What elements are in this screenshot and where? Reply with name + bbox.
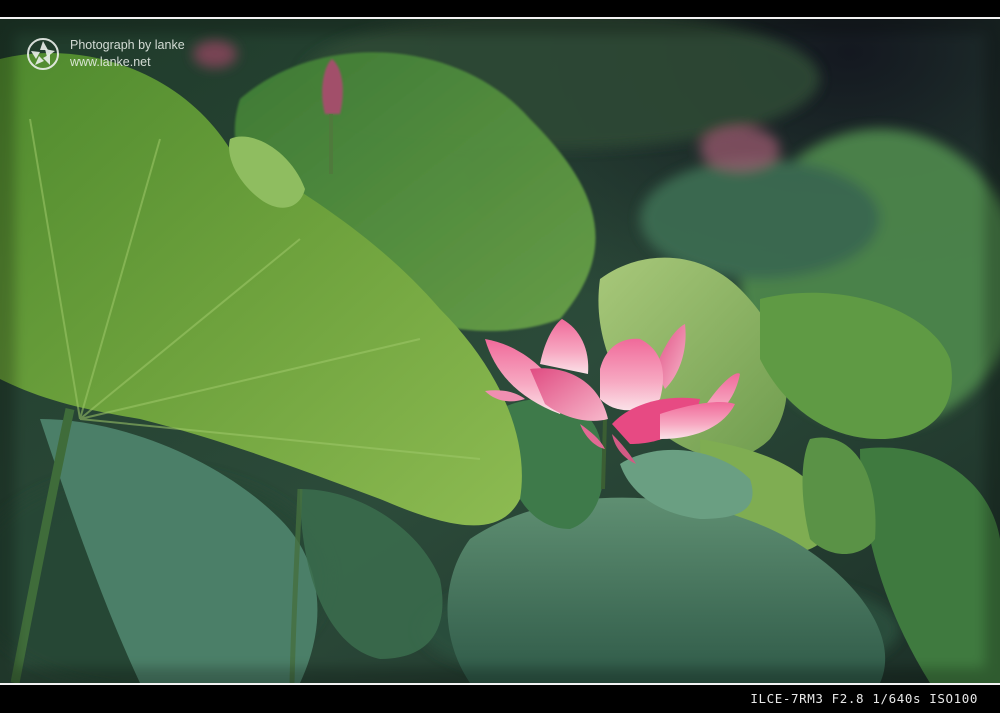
lotus-photo-illustration bbox=[0, 19, 1000, 683]
exif-camera: ILCE-7RM3 bbox=[750, 691, 824, 706]
exif-iso: ISO100 bbox=[929, 691, 978, 706]
lotus-photo bbox=[0, 19, 1000, 683]
top-frame-bar bbox=[0, 0, 1000, 17]
exif-shutter: 1/640s bbox=[872, 691, 922, 706]
photo-frame: Photograph by lanke www.lanke.net ILCE-7… bbox=[0, 0, 1000, 713]
photographer-watermark: Photograph by lanke www.lanke.net bbox=[26, 37, 185, 71]
exif-info: ILCE-7RM3 F2.8 1/640s ISO100 bbox=[750, 691, 978, 706]
watermark-website: www.lanke.net bbox=[70, 55, 151, 69]
exif-aperture: F2.8 bbox=[831, 691, 865, 706]
aperture-icon bbox=[27, 38, 59, 70]
watermark-credit: Photograph by lanke bbox=[70, 38, 185, 52]
